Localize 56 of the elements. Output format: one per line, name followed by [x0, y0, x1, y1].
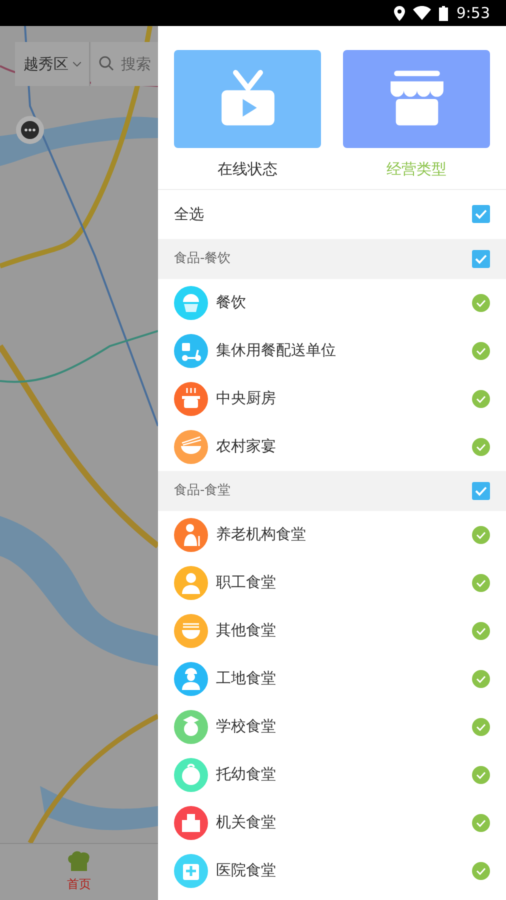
check-circle[interactable]	[472, 342, 490, 360]
check-circle[interactable]	[472, 718, 490, 736]
check-circle[interactable]	[472, 390, 490, 408]
check-icon	[475, 254, 487, 264]
checkbox[interactable]	[472, 482, 490, 500]
chef-hat-icon	[67, 851, 91, 871]
check-icon	[476, 346, 486, 354]
checkbox[interactable]	[472, 205, 490, 223]
category-label: 集休用餐配送单位	[216, 340, 337, 362]
check-circle[interactable]	[472, 622, 490, 640]
check-circle[interactable]	[472, 574, 490, 592]
search-icon	[99, 56, 114, 71]
check-icon	[476, 674, 486, 682]
battery-icon	[439, 6, 448, 20]
category-label: 职工食堂	[216, 572, 277, 594]
chat-marker-icon[interactable]	[16, 116, 44, 144]
category-label: 餐饮	[216, 292, 247, 314]
category-label: 托幼食堂	[216, 764, 277, 786]
check-icon	[476, 722, 486, 730]
group-title: 食品-餐饮	[174, 250, 231, 268]
check-circle[interactable]	[472, 294, 490, 312]
search-field[interactable]: 搜索	[91, 42, 158, 86]
check-circle[interactable]	[472, 862, 490, 880]
wifi-icon	[413, 6, 432, 20]
check-icon	[476, 442, 486, 450]
category-label: 医院食堂	[216, 860, 277, 882]
check-circle[interactable]	[472, 766, 490, 784]
check-icon	[476, 298, 486, 306]
category-label: 养老机构食堂	[216, 524, 307, 546]
check-icon	[476, 818, 486, 826]
category-label: 机关食堂	[216, 812, 277, 834]
checkbox[interactable]	[472, 250, 490, 268]
check-icon	[476, 530, 486, 538]
district-dropdown[interactable]: 越秀区	[15, 42, 90, 86]
check-circle[interactable]	[472, 438, 490, 456]
clock-time: 9:53	[456, 2, 490, 24]
category-label: 学校食堂	[216, 716, 277, 738]
check-icon	[476, 626, 486, 634]
category-label: 其他食堂	[216, 620, 277, 642]
check-circle[interactable]	[472, 670, 490, 688]
group-title: 食品-食堂	[174, 482, 231, 500]
tab[interactable]: 在线状态	[174, 50, 321, 180]
check-circle[interactable]	[472, 526, 490, 544]
caret-icon	[72, 62, 80, 66]
category-label: 工地食堂	[216, 668, 277, 690]
check-icon	[476, 578, 486, 586]
category-label: 农村家宴	[216, 436, 277, 458]
location-icon	[394, 6, 406, 20]
check-icon	[476, 394, 486, 402]
check-icon	[475, 209, 487, 219]
check-icon	[475, 486, 487, 496]
check-icon	[476, 866, 486, 874]
check-circle[interactable]	[472, 814, 490, 832]
select-all-label: 全选	[174, 204, 204, 225]
category-label: 中央厨房	[216, 388, 277, 410]
check-icon	[476, 770, 486, 778]
